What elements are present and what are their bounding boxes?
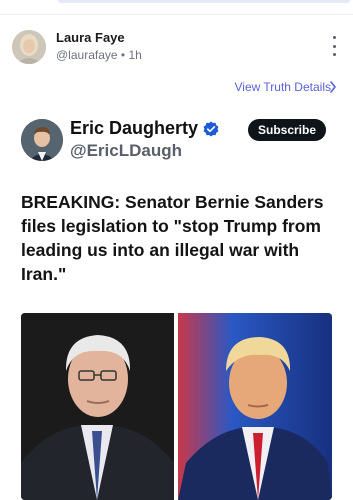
photo-trump[interactable] <box>178 313 332 500</box>
author-handle[interactable]: @laurafaye <box>56 48 118 62</box>
tweet-text: BREAKING: Senator Bernie Sanders files l… <box>21 192 324 284</box>
tweet-author-name-text: Eric Daugherty <box>70 118 199 138</box>
more-vertical-icon[interactable] <box>329 36 339 56</box>
meta-separator: • <box>120 48 126 62</box>
post-time: 1h <box>128 48 142 62</box>
subscribe-button[interactable]: Subscribe <box>248 119 326 141</box>
top-highlight-strip <box>58 0 350 3</box>
author-meta: @laurafaye • 1h <box>56 48 142 62</box>
photo-sanders[interactable] <box>21 313 174 500</box>
author-name[interactable]: Laura Faye <box>56 30 125 45</box>
view-truth-details-link[interactable]: View Truth Details <box>235 80 332 94</box>
tweet-author-name[interactable]: Eric Daugherty <box>70 118 219 139</box>
verified-badge-icon <box>203 121 219 136</box>
embedded-tweet-card[interactable]: Eric Daugherty @EricLDaugh Subscribe BRE… <box>0 105 353 500</box>
tweet-author-handle[interactable]: @EricLDaugh <box>70 141 182 161</box>
chevron-right-icon[interactable] <box>329 81 337 93</box>
author-avatar[interactable] <box>12 30 46 64</box>
post-header: Laura Faye @laurafaye • 1h <box>0 26 353 70</box>
divider <box>0 14 353 15</box>
tweet-author-avatar[interactable] <box>21 119 63 161</box>
